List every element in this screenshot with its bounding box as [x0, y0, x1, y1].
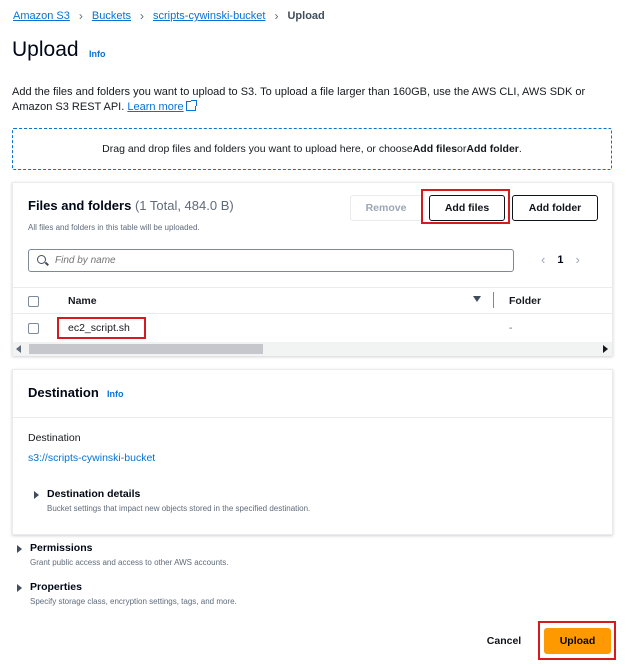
dropzone-suffix: .: [518, 143, 522, 155]
destination-panel: Destination Info Destination s3://script…: [12, 369, 613, 535]
select-all-checkbox[interactable]: [28, 296, 39, 307]
drop-zone[interactable]: Drag and drop files and folders you want…: [12, 128, 612, 170]
destination-info-link[interactable]: Info: [107, 389, 124, 399]
column-resizer[interactable]: [493, 292, 494, 308]
destination-title: Destination: [28, 385, 99, 400]
files-count: (1 Total, 484.0 B): [134, 198, 234, 213]
files-panel-title-text: Files and folders: [28, 198, 132, 213]
properties-desc: Specify storage class, encryption settin…: [30, 597, 237, 606]
page-title: Upload: [12, 38, 79, 61]
chevron-right-icon: ›: [140, 9, 145, 23]
dropzone-add-files: Add files: [412, 143, 458, 155]
search-icon: [35, 253, 51, 269]
properties-title: Properties: [30, 581, 82, 593]
external-link-icon: [185, 100, 197, 111]
learn-more-link[interactable]: Learn more: [127, 100, 197, 113]
breadcrumb: Amazon S3 › Buckets › scripts-cywinski-b…: [13, 9, 325, 23]
breadcrumb-bucket[interactable]: scripts-cywinski-bucket: [153, 10, 265, 22]
files-and-folders-panel: Files and folders (1 Total, 484.0 B) All…: [12, 182, 613, 356]
caret-right-icon: [17, 545, 22, 553]
add-files-button[interactable]: Add files: [429, 195, 505, 221]
files-panel-subtitle: All files and folders in this table will…: [28, 223, 200, 232]
caret-right-icon: [17, 584, 22, 592]
destination-label: Destination: [28, 432, 81, 444]
file-name: ec2_script.sh: [68, 322, 130, 334]
add-folder-button[interactable]: Add folder: [512, 195, 598, 221]
scroll-right-icon[interactable]: [603, 345, 608, 353]
column-header-folder[interactable]: Folder: [509, 295, 541, 307]
destination-divider: [13, 417, 612, 418]
breadcrumb-buckets[interactable]: Buckets: [92, 10, 131, 22]
description-text: Add the files and folders you want to up…: [12, 86, 586, 113]
cancel-button[interactable]: Cancel: [476, 630, 532, 652]
page-description: Add the files and folders you want to up…: [12, 85, 622, 115]
chevron-right-icon: ›: [274, 9, 279, 23]
caret-right-icon: [34, 491, 39, 499]
table-row: ec2_script.sh -: [13, 315, 612, 342]
table-header: Name Folder: [13, 288, 612, 314]
pagination: ‹ 1 ›: [541, 252, 580, 267]
file-folder: -: [509, 322, 513, 334]
page-number[interactable]: 1: [557, 254, 563, 266]
destination-details-desc: Bucket settings that impact new objects …: [47, 504, 311, 513]
search-input[interactable]: [55, 255, 495, 266]
column-header-name[interactable]: Name: [68, 295, 97, 307]
chevron-left-icon[interactable]: ‹: [541, 252, 545, 267]
horizontal-scrollbar[interactable]: [13, 342, 612, 356]
sort-down-icon[interactable]: [473, 296, 481, 302]
scrollbar-thumb[interactable]: [29, 344, 263, 354]
chevron-right-icon[interactable]: ›: [575, 252, 579, 267]
permissions-title: Permissions: [30, 542, 93, 554]
learn-more-label: Learn more: [127, 101, 184, 113]
title-info-link[interactable]: Info: [89, 49, 106, 59]
destination-link[interactable]: s3://scripts-cywinski-bucket: [28, 452, 155, 464]
breadcrumb-amazon-s3[interactable]: Amazon S3: [13, 10, 70, 22]
scroll-left-icon[interactable]: [16, 345, 21, 353]
breadcrumb-current: Upload: [287, 10, 325, 22]
upload-button[interactable]: Upload: [544, 628, 611, 654]
destination-details-title: Destination details: [47, 488, 141, 500]
chevron-right-icon: ›: [78, 9, 83, 23]
remove-button[interactable]: Remove: [350, 195, 422, 221]
dropzone-or: or: [457, 143, 467, 155]
dropzone-add-folder: Add folder: [466, 143, 519, 155]
search-field: [28, 249, 514, 272]
row-checkbox[interactable]: [28, 323, 39, 334]
dropzone-prefix: Drag and drop files and folders you want…: [102, 143, 413, 155]
files-panel-title: Files and folders (1 Total, 484.0 B): [28, 198, 234, 213]
permissions-desc: Grant public access and access to other …: [30, 558, 229, 567]
